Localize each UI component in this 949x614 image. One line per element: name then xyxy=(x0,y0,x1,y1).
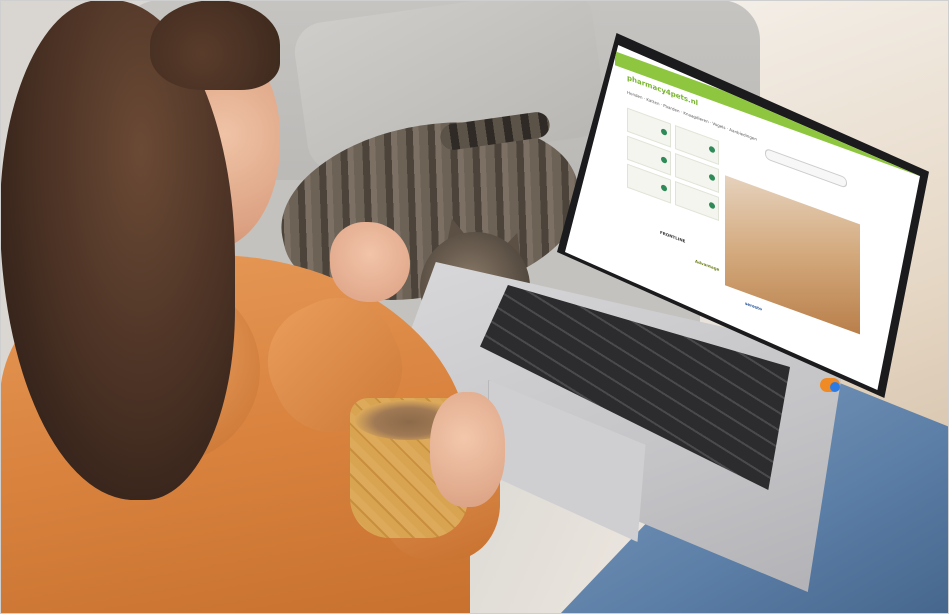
image-frame xyxy=(0,0,949,614)
